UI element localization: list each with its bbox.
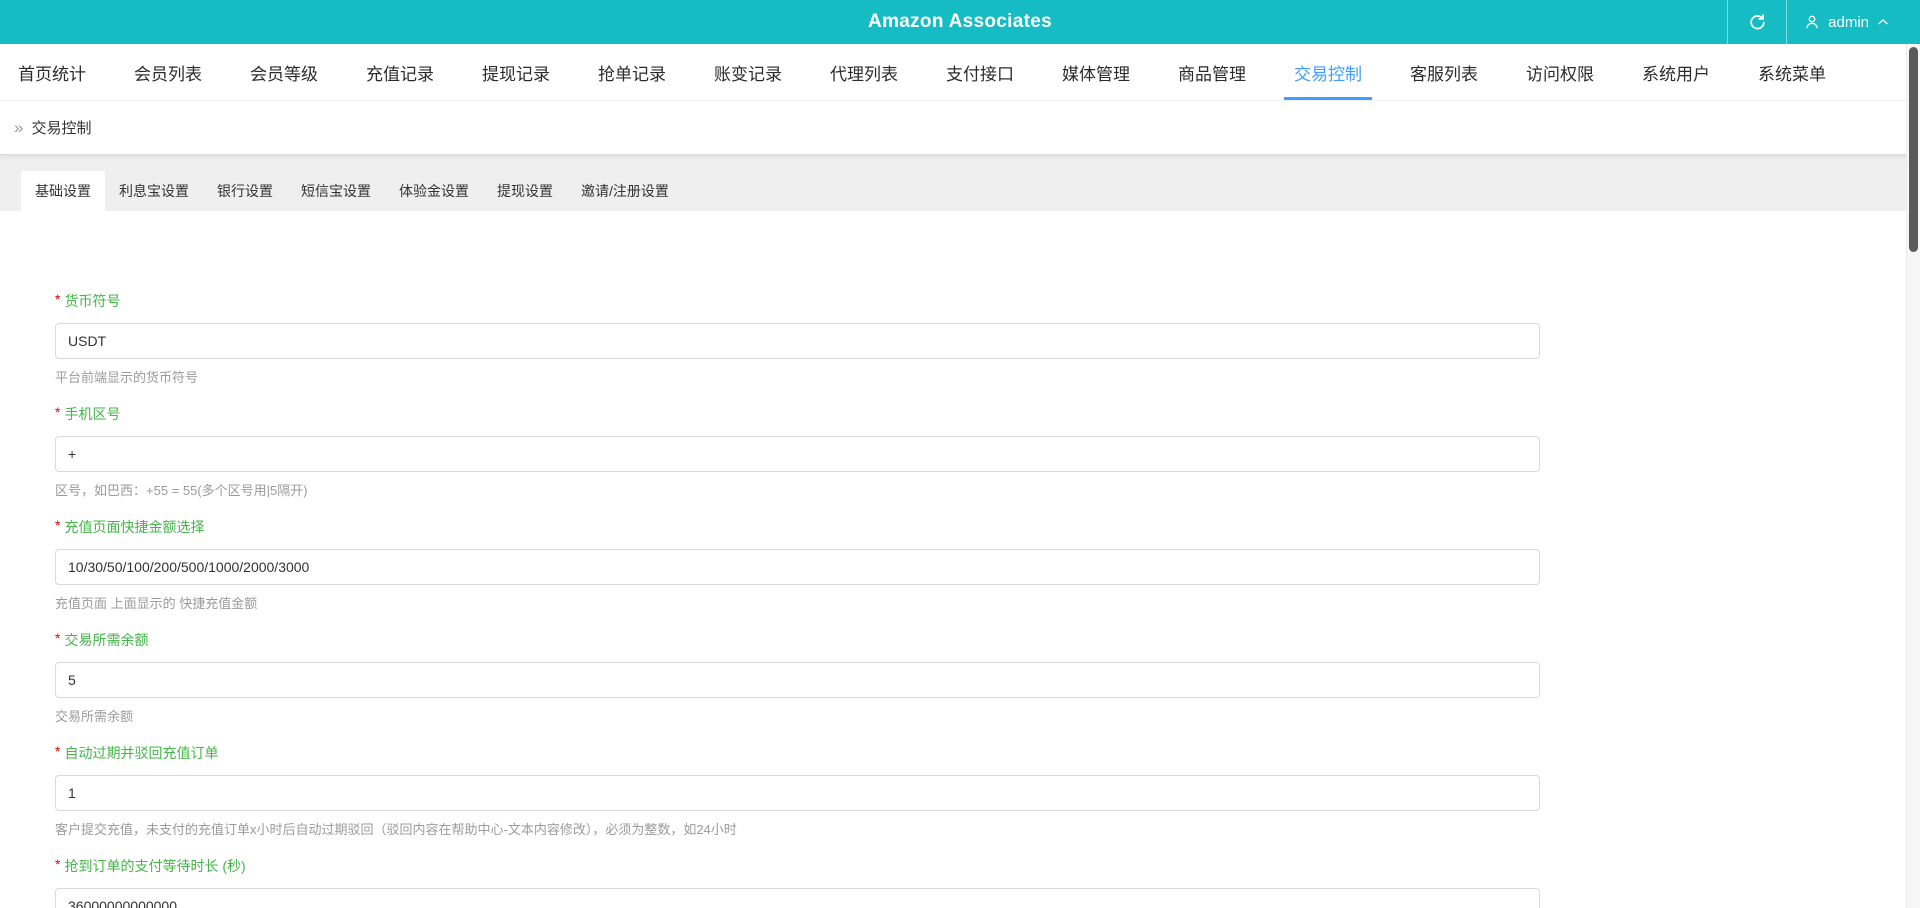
tab-invite-register-settings[interactable]: 邀请/注册设置 — [567, 171, 683, 211]
field-label: * 充值页面快捷金额选择 — [55, 517, 205, 535]
nav-item-account-change-records[interactable]: 账变记录 — [704, 44, 792, 100]
required-marker: * — [55, 856, 61, 872]
field-hint: 客户提交充值，未支付的充值订单x小时后自动过期驳回（驳回内容在帮助中心-文本内容… — [55, 822, 737, 837]
required-marker: * — [55, 291, 61, 307]
required-balance-input[interactable] — [55, 662, 1540, 698]
auto-expire-field: *自动过期并驳回充值订单 客户提交充值，未支付的充值订单x小时后自动过期驳回（驳… — [55, 743, 1920, 838]
field-label: * 手机区号 — [55, 404, 121, 422]
auto-expire-input[interactable] — [55, 775, 1540, 811]
refresh-button[interactable] — [1728, 0, 1786, 44]
field-hint: 区号，如巴西：+55 = 55(多个区号用|5隔开) — [55, 483, 308, 498]
username-label: admin — [1828, 13, 1869, 31]
nav-item-member-level[interactable]: 会员等级 — [240, 44, 328, 100]
settings-tabs: 基础设置 利息宝设置 银行设置 短信宝设置 体验金设置 提现设置 邀请/注册设置 — [0, 155, 1920, 211]
field-hint: 交易所需余额 — [55, 709, 134, 724]
phone-area-code-field: *手机区号 区号，如巴西：+55 = 55(多个区号用|5隔开) — [55, 404, 1920, 499]
payment-wait-field: *抢到订单的支付等待时长 (秒) 订单支付等待时长，匹配订单后未在此时间内完成支… — [55, 856, 1920, 908]
field-hint: 平台前端显示的货币符号 — [55, 370, 199, 385]
tab-basic-settings[interactable]: 基础设置 — [21, 171, 105, 211]
nav-item-customer-service-list[interactable]: 客服列表 — [1400, 44, 1488, 100]
nav-item-withdrawal-records[interactable]: 提现记录 — [472, 44, 560, 100]
currency-symbol-input[interactable] — [55, 323, 1540, 359]
tab-trial-fund-settings[interactable]: 体验金设置 — [385, 171, 483, 211]
nav-item-payment-api[interactable]: 支付接口 — [936, 44, 1024, 100]
required-marker: * — [55, 517, 61, 533]
tab-interest-treasure-settings[interactable]: 利息宝设置 — [105, 171, 203, 211]
nav-item-agent-list[interactable]: 代理列表 — [820, 44, 908, 100]
nav-item-product-management[interactable]: 商品管理 — [1168, 44, 1256, 100]
phone-area-code-input[interactable] — [55, 436, 1540, 472]
app-title: Amazon Associates — [868, 11, 1052, 32]
tab-sms-settings[interactable]: 短信宝设置 — [287, 171, 385, 211]
user-icon — [1803, 13, 1821, 31]
vertical-scrollbar[interactable] — [1906, 44, 1920, 908]
required-marker: * — [55, 404, 61, 420]
field-label: * 抢到订单的支付等待时长 (秒) — [55, 856, 246, 874]
main-nav: 首页统计 会员列表 会员等级 充值记录 提现记录 抢单记录 账变记录 代理列表 … — [0, 44, 1920, 101]
nav-item-recharge-records[interactable]: 充值记录 — [356, 44, 444, 100]
chevron-up-icon — [1876, 15, 1890, 29]
user-menu[interactable]: admin — [1787, 0, 1906, 44]
nav-item-system-menu[interactable]: 系统菜单 — [1748, 44, 1836, 100]
breadcrumb: » 交易控制 — [0, 101, 1920, 155]
quick-amount-field: *充值页面快捷金额选择 充值页面 上面显示的 快捷充值金额 — [55, 517, 1920, 612]
nav-item-access-permissions[interactable]: 访问权限 — [1516, 44, 1604, 100]
tab-bank-settings[interactable]: 银行设置 — [203, 171, 287, 211]
basic-settings-form: *货币符号 平台前端显示的货币符号 *手机区号 区号，如巴西：+55 = 55(… — [0, 211, 1920, 908]
nav-item-trade-control[interactable]: 交易控制 — [1284, 44, 1372, 100]
nav-item-media-management[interactable]: 媒体管理 — [1052, 44, 1140, 100]
field-hint: 充值页面 上面显示的 快捷充值金额 — [55, 596, 258, 611]
nav-item-order-grab-records[interactable]: 抢单记录 — [588, 44, 676, 100]
tab-withdrawal-settings[interactable]: 提现设置 — [483, 171, 567, 211]
header-controls: admin — [1727, 0, 1906, 44]
quick-amount-input[interactable] — [55, 549, 1540, 585]
nav-item-member-list[interactable]: 会员列表 — [124, 44, 212, 100]
refresh-icon — [1748, 13, 1767, 32]
field-label: * 交易所需余额 — [55, 630, 149, 648]
scrollbar-thumb[interactable] — [1909, 47, 1918, 252]
required-marker: * — [55, 630, 61, 646]
required-marker: * — [55, 743, 61, 759]
nav-item-system-users[interactable]: 系统用户 — [1632, 44, 1720, 100]
currency-symbol-field: *货币符号 平台前端显示的货币符号 — [55, 291, 1920, 386]
top-header: Amazon Associates admin — [0, 0, 1920, 44]
required-balance-field: *交易所需余额 交易所需余额 — [55, 630, 1920, 725]
breadcrumb-arrow-icon: » — [14, 117, 24, 137]
payment-wait-input[interactable] — [55, 888, 1540, 908]
nav-item-home-stats[interactable]: 首页统计 — [8, 44, 96, 100]
field-label: * 自动过期并驳回充值订单 — [55, 743, 219, 761]
breadcrumb-current: 交易控制 — [31, 120, 92, 137]
field-label: * 货币符号 — [55, 291, 121, 309]
